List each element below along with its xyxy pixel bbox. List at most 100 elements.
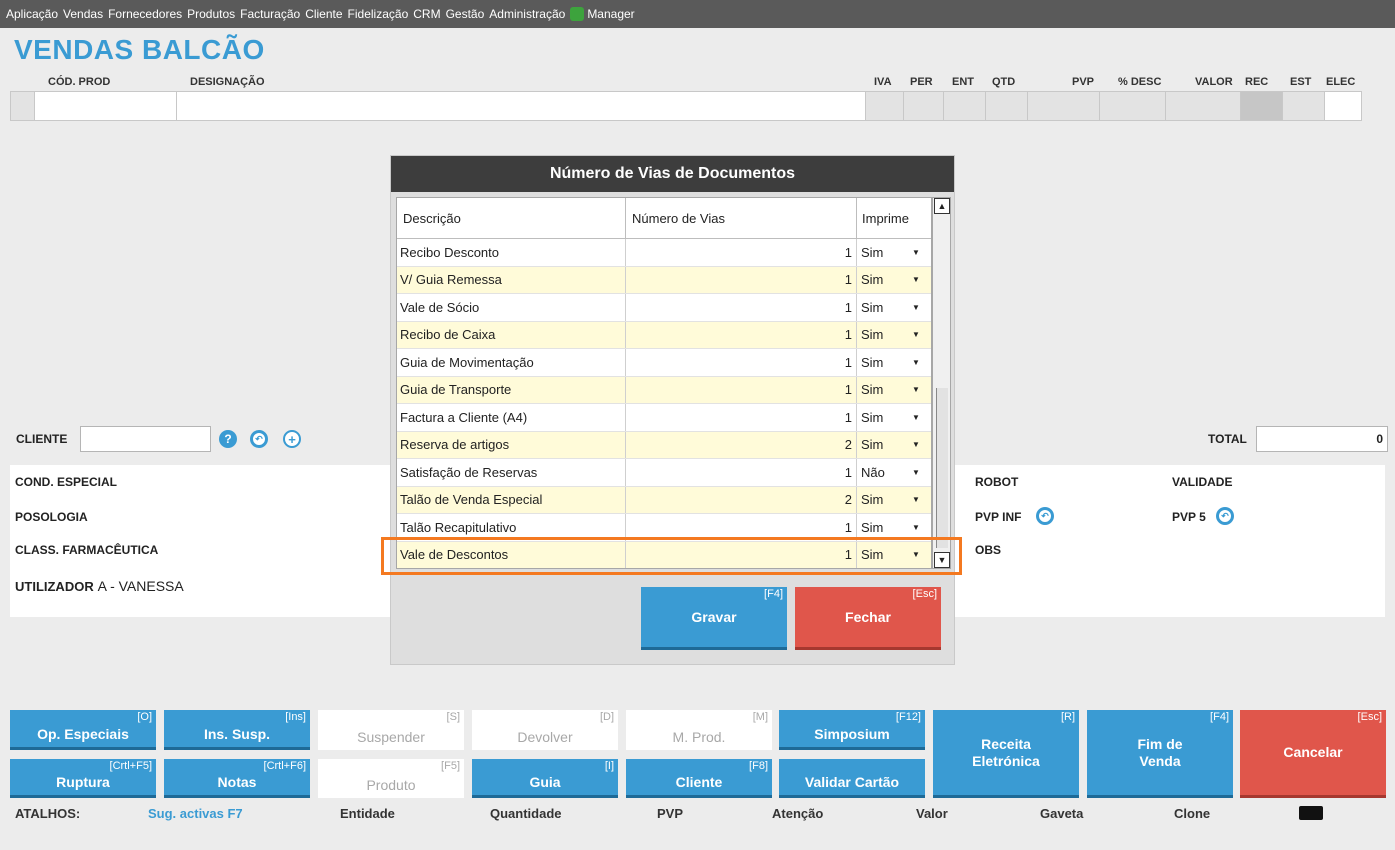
- help-icon[interactable]: ?: [219, 430, 237, 448]
- cliente-button[interactable]: [F8] Cliente: [626, 759, 772, 798]
- dropdown-arrow-icon[interactable]: ▼: [903, 294, 929, 321]
- header-numero-vias[interactable]: Número de Vias: [626, 198, 857, 238]
- op-especiais-button[interactable]: [O] Op. Especiais: [10, 710, 156, 750]
- row-imprime-select[interactable]: Sim: [857, 404, 903, 431]
- keyboard-icon[interactable]: [1299, 806, 1323, 820]
- row-imprime-select[interactable]: Sim: [857, 487, 903, 514]
- guia-button[interactable]: [I] Guia: [472, 759, 618, 798]
- cond-especial-label: COND. ESPECIAL: [15, 475, 118, 489]
- shortcut-pvp[interactable]: PVP: [657, 806, 683, 821]
- row-imprime-select[interactable]: Sim: [857, 322, 903, 349]
- dropdown-arrow-icon[interactable]: ▼: [903, 239, 929, 266]
- shortcut-quantidade[interactable]: Quantidade: [490, 806, 562, 821]
- row-imprime-select[interactable]: Sim: [857, 432, 903, 459]
- cliente-input[interactable]: [80, 426, 211, 452]
- menu-administracao[interactable]: Administração: [489, 7, 565, 21]
- add-circle-icon[interactable]: +: [283, 430, 301, 448]
- designacao-input[interactable]: [177, 92, 866, 120]
- receita-eletronica-button[interactable]: [R] Receita Eletrónica: [933, 710, 1079, 798]
- devolver-button[interactable]: [D] Devolver: [472, 710, 618, 750]
- m-prod-button[interactable]: [M] M. Prod.: [626, 710, 772, 750]
- col-pvp: PVP: [1072, 76, 1095, 88]
- fechar-shortcut: [Esc]: [912, 588, 937, 600]
- dropdown-arrow-icon[interactable]: ▼: [903, 459, 929, 486]
- gravar-button[interactable]: [F4] Gravar: [641, 587, 787, 650]
- pvp5-label: PVP 5: [1172, 510, 1206, 524]
- shortcut-valor[interactable]: Valor: [916, 806, 948, 821]
- grid-row[interactable]: Talão de Venda Especial 2 Sim ▼: [397, 486, 931, 514]
- dropdown-arrow-icon[interactable]: ▼: [903, 322, 929, 349]
- grid-scrollbar[interactable]: ▲ ▼: [932, 197, 951, 569]
- header-imprime[interactable]: Imprime: [857, 198, 929, 238]
- header-descricao[interactable]: Descrição: [397, 198, 626, 238]
- row-numero-vias[interactable]: 2: [626, 431, 857, 458]
- row-imprime-select[interactable]: Sim: [857, 239, 903, 266]
- scroll-thumb[interactable]: [936, 388, 948, 548]
- ins-susp-button[interactable]: [Ins] Ins. Susp.: [164, 710, 310, 750]
- fechar-label: Fechar: [845, 608, 891, 625]
- history-icon[interactable]: ↶: [250, 430, 268, 448]
- row-numero-vias[interactable]: 1: [626, 266, 857, 293]
- dropdown-arrow-icon[interactable]: ▼: [903, 487, 929, 514]
- grid-row[interactable]: Guia de Movimentação 1 Sim ▼: [397, 349, 931, 377]
- row-selector[interactable]: [11, 92, 35, 120]
- grid-row[interactable]: Vale de Sócio 1 Sim ▼: [397, 294, 931, 322]
- grid-row[interactable]: Factura a Cliente (A4) 1 Sim ▼: [397, 404, 931, 432]
- row-numero-vias[interactable]: 1: [626, 376, 857, 403]
- grid-row[interactable]: V/ Guia Remessa 1 Sim ▼: [397, 266, 931, 294]
- row-imprime-select[interactable]: Sim: [857, 377, 903, 404]
- shortcut-atencao[interactable]: Atenção: [772, 806, 823, 821]
- pvp5-history-icon[interactable]: ↶: [1216, 507, 1234, 525]
- menu-cliente[interactable]: Cliente: [305, 7, 342, 21]
- scroll-up-icon[interactable]: ▲: [934, 198, 950, 214]
- grid-row[interactable]: Reserva de artigos 2 Sim ▼: [397, 431, 931, 459]
- menu-vendas[interactable]: Vendas: [63, 7, 103, 21]
- row-imprime-select[interactable]: Sim: [857, 294, 903, 321]
- shortcut-entidade[interactable]: Entidade: [340, 806, 395, 821]
- suspender-button[interactable]: [S] Suspender: [318, 710, 464, 750]
- dropdown-arrow-icon[interactable]: ▼: [903, 404, 929, 431]
- row-imprime-select[interactable]: Não: [857, 459, 903, 486]
- cod-prod-input[interactable]: [35, 92, 177, 120]
- pvp-inf-history-icon[interactable]: ↶: [1036, 507, 1054, 525]
- row-numero-vias[interactable]: 1: [626, 404, 857, 431]
- dropdown-arrow-icon[interactable]: ▼: [903, 432, 929, 459]
- fechar-button[interactable]: [Esc] Fechar: [795, 587, 941, 650]
- row-imprime-select[interactable]: Sim: [857, 267, 903, 294]
- shortcut-clone[interactable]: Clone: [1174, 806, 1210, 821]
- menu-gestao[interactable]: Gestão: [446, 7, 485, 21]
- row-descricao: Recibo Desconto: [397, 239, 626, 266]
- simposium-button[interactable]: [F12] Simposium: [779, 710, 925, 750]
- fim-de-venda-button[interactable]: [F4] Fim de Venda: [1087, 710, 1233, 798]
- menu-fidelizacao[interactable]: Fidelização: [348, 7, 409, 21]
- qtd-cell[interactable]: [986, 92, 1028, 120]
- row-numero-vias[interactable]: 2: [626, 486, 857, 513]
- row-imprime-select[interactable]: Sim: [857, 349, 903, 376]
- grid-row[interactable]: Recibo Desconto 1 Sim ▼: [397, 239, 931, 267]
- dropdown-arrow-icon[interactable]: ▼: [903, 349, 929, 376]
- grid-row[interactable]: Guia de Transporte 1 Sim ▼: [397, 376, 931, 404]
- row-numero-vias[interactable]: 1: [626, 349, 857, 376]
- produto-button[interactable]: [F5] Produto: [318, 759, 464, 798]
- menu-aplicacao[interactable]: Aplicação: [6, 7, 58, 21]
- row-numero-vias[interactable]: 1: [626, 459, 857, 486]
- validar-cartao-button[interactable]: Validar Cartão: [779, 759, 925, 798]
- row-numero-vias[interactable]: 1: [626, 321, 857, 348]
- shortcut-sug-activas[interactable]: Sug. activas F7: [148, 806, 243, 821]
- menu-manager[interactable]: Manager: [570, 7, 635, 22]
- menu-facturacao[interactable]: Facturação: [240, 7, 300, 21]
- notas-button[interactable]: [Crtl+F6] Notas: [164, 759, 310, 798]
- menu-crm[interactable]: CRM: [413, 7, 440, 21]
- grid-row[interactable]: Satisfação de Reservas 1 Não ▼: [397, 459, 931, 487]
- dropdown-arrow-icon[interactable]: ▼: [903, 267, 929, 294]
- shortcut-gaveta[interactable]: Gaveta: [1040, 806, 1083, 821]
- ruptura-button[interactable]: [Crtl+F5] Ruptura: [10, 759, 156, 798]
- desc-cell[interactable]: [1100, 92, 1166, 120]
- row-numero-vias[interactable]: 1: [626, 239, 857, 266]
- menu-produtos[interactable]: Produtos: [187, 7, 235, 21]
- cancelar-button[interactable]: [Esc] Cancelar: [1240, 710, 1386, 798]
- grid-row[interactable]: Recibo de Caixa 1 Sim ▼: [397, 321, 931, 349]
- menu-fornecedores[interactable]: Fornecedores: [108, 7, 182, 21]
- dropdown-arrow-icon[interactable]: ▼: [903, 377, 929, 404]
- row-numero-vias[interactable]: 1: [626, 294, 857, 321]
